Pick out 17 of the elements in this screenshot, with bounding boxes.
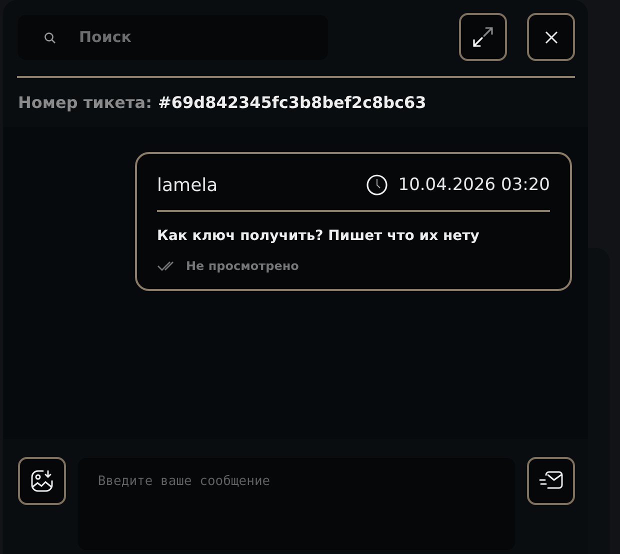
search-field[interactable]: Поиск — [18, 14, 328, 60]
expand-icon — [472, 26, 494, 48]
ticket-label: Номер тикета: — [18, 93, 152, 112]
envelope-icon — [539, 471, 564, 491]
image-download-icon — [30, 469, 54, 493]
send-button[interactable] — [527, 457, 575, 505]
clock-icon — [366, 174, 388, 196]
ticket-number: #69d842345fc3b8bef2c8bc63 — [158, 93, 426, 112]
message-status: Не просмотрено — [186, 259, 299, 273]
close-button[interactable] — [527, 13, 575, 61]
message-input[interactable]: Введите ваше сообщение — [78, 458, 516, 550]
message-text: Как ключ получить? Пишет что их нету — [157, 228, 480, 244]
message-author: lamela — [157, 174, 218, 196]
attach-image-button[interactable] — [18, 457, 66, 505]
message-time: 10.04.2026 03:20 — [398, 175, 550, 195]
expand-button[interactable] — [459, 13, 507, 61]
close-icon — [544, 30, 558, 44]
